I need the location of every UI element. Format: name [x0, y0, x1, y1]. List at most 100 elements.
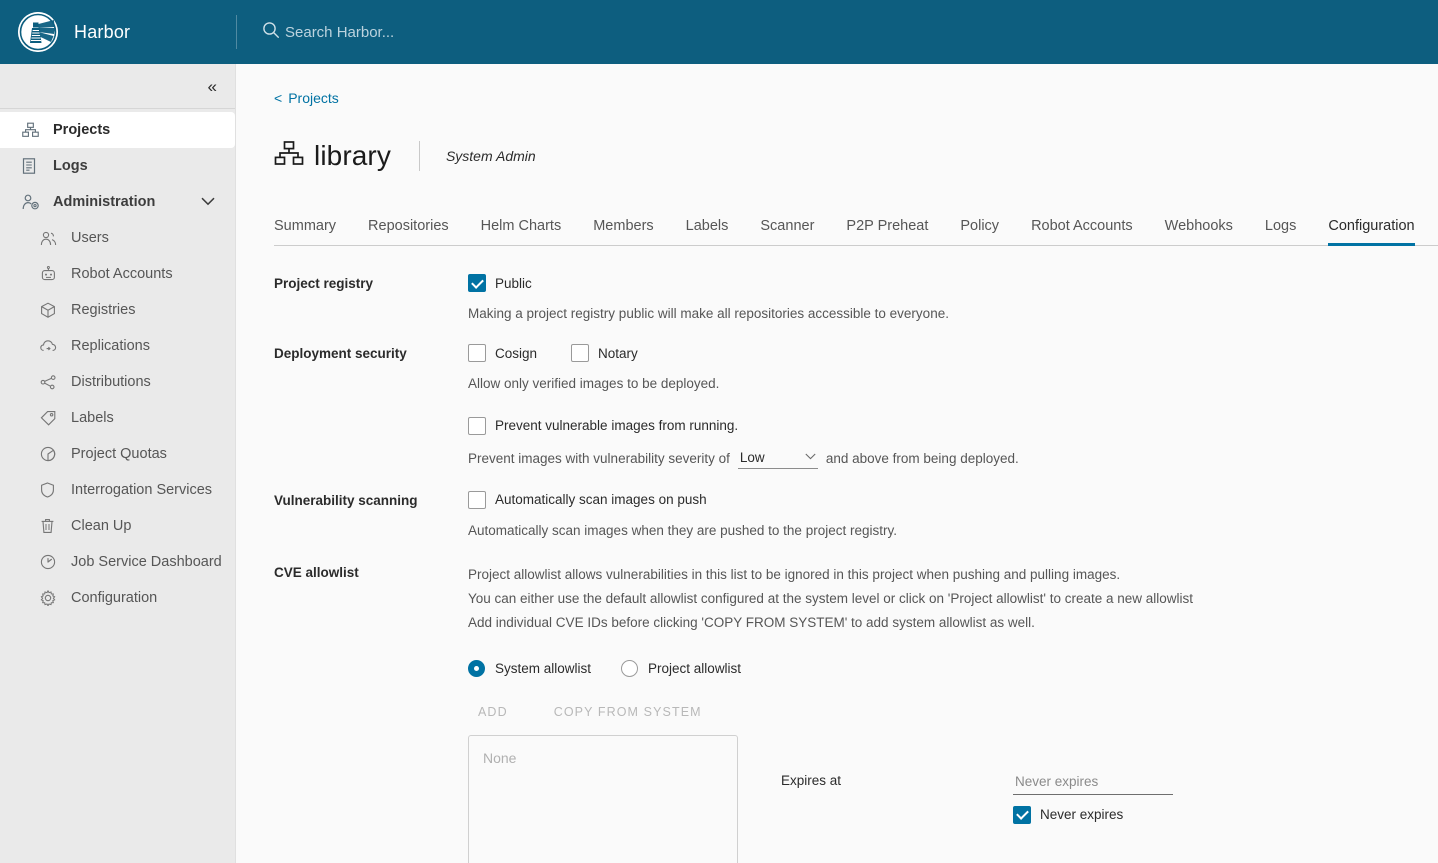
title-divider: [418, 141, 420, 171]
tab-helm-charts[interactable]: Helm Charts: [481, 218, 562, 246]
sidebar-item-users[interactable]: Users: [0, 220, 235, 256]
never-expires-checkbox[interactable]: [1013, 805, 1031, 824]
collapse-sidebar-icon[interactable]: «: [206, 76, 218, 97]
global-search[interactable]: [261, 20, 1438, 45]
prevent-vulnerable-row[interactable]: Prevent vulnerable images from running.: [468, 416, 1418, 435]
deployment-security-helper: Allow only verified images to be deploye…: [468, 376, 720, 392]
sidebar-item-administration[interactable]: Administration: [0, 184, 235, 220]
form-row-project-registry: Project registry Public Making a project…: [274, 274, 1418, 324]
project-allowlist-radio-item[interactable]: Project allowlist: [621, 659, 741, 677]
tab-labels[interactable]: Labels: [686, 218, 729, 246]
project-tabs: Summary Repositories Helm Charts Members…: [274, 210, 1438, 246]
field-vulnerability-scanning: Automatically scan images on push Automa…: [468, 490, 1418, 541]
cve-helper-line-3: Add individual CVE IDs before clicking '…: [468, 615, 1035, 631]
breadcrumb[interactable]: < Projects: [274, 90, 339, 106]
never-expires-label[interactable]: Never expires: [1040, 807, 1123, 822]
public-checkbox-row[interactable]: Public: [468, 274, 1418, 292]
label-project-registry: Project registry: [274, 276, 374, 291]
tab-repositories[interactable]: Repositories: [368, 218, 449, 246]
sidebar-item-label: Interrogation Services: [71, 482, 213, 498]
prevent-vulnerable-checkbox[interactable]: [468, 416, 486, 435]
auto-scan-checkbox[interactable]: [468, 490, 486, 509]
severity-prefix-text: Prevent images with vulnerability severi…: [468, 451, 730, 466]
tab-members[interactable]: Members: [593, 218, 653, 246]
notary-checkbox-label[interactable]: Notary: [598, 346, 638, 361]
severity-select[interactable]: Low: [737, 449, 818, 469]
breadcrumb-projects-link[interactable]: Projects: [288, 90, 339, 106]
sidebar-item-robot-accounts[interactable]: Robot Accounts: [0, 256, 235, 292]
sidebar: « Projects Logs Administration Users Rob…: [0, 64, 236, 863]
sidebar-item-project-quotas[interactable]: Project Quotas: [0, 436, 235, 472]
public-checkbox-label[interactable]: Public: [495, 276, 532, 291]
search-input[interactable]: [285, 23, 805, 41]
cve-list-textarea[interactable]: [468, 734, 738, 863]
project-role-label: System Admin: [445, 148, 536, 164]
project-icon: [274, 140, 304, 173]
auto-scan-label[interactable]: Automatically scan images on push: [495, 492, 707, 507]
expires-at-input[interactable]: [1013, 773, 1173, 795]
sidebar-item-label: Configuration: [71, 590, 158, 606]
configuration-form: Project registry Public Making a project…: [274, 274, 1438, 863]
sidebar-item-label: Distributions: [71, 374, 151, 390]
chevron-down-icon: [805, 452, 816, 463]
add-cve-button[interactable]: ADD: [468, 699, 518, 725]
harbor-lighthouse-logo: [18, 12, 58, 52]
sidebar-item-projects[interactable]: Projects: [0, 112, 235, 148]
sidebar-item-job-service-dashboard[interactable]: Job Service Dashboard: [0, 544, 235, 580]
auto-scan-row[interactable]: Automatically scan images on push: [468, 490, 1418, 509]
tab-configuration[interactable]: Configuration: [1328, 218, 1415, 246]
sidebar-item-label: Replications: [71, 338, 150, 354]
cosign-checkbox[interactable]: [468, 344, 486, 363]
body-wrapper: « Projects Logs Administration Users Rob…: [0, 64, 1438, 863]
copy-from-system-button[interactable]: COPY FROM SYSTEM: [544, 699, 712, 725]
sidebar-collapse-row: «: [0, 64, 235, 109]
expires-block: Expires at Never expires: [781, 735, 1173, 824]
quota-pie-icon: [40, 445, 62, 463]
sidebar-item-label: Projects: [53, 122, 111, 138]
tab-robot-accounts[interactable]: Robot Accounts: [1031, 218, 1133, 246]
public-checkbox[interactable]: [468, 274, 486, 292]
sidebar-item-logs[interactable]: Logs: [0, 148, 235, 184]
sidebar-item-clean-up[interactable]: Clean Up: [0, 508, 235, 544]
tab-summary[interactable]: Summary: [274, 218, 336, 246]
severity-suffix-text: and above from being deployed.: [825, 451, 1019, 466]
brand-area[interactable]: Harbor: [0, 0, 236, 64]
notary-checkbox[interactable]: [571, 344, 590, 363]
distribution-icon: [40, 373, 62, 391]
administration-icon: [22, 193, 44, 211]
brand-name: Harbor: [74, 21, 131, 42]
sidebar-item-label: Robot Accounts: [71, 266, 173, 282]
system-allowlist-label[interactable]: System allowlist: [495, 661, 591, 676]
chevron-down-icon[interactable]: [201, 194, 215, 210]
project-allowlist-label[interactable]: Project allowlist: [648, 661, 741, 676]
sidebar-item-replications[interactable]: Replications: [0, 328, 235, 364]
project-registry-helper: Making a project registry public will ma…: [468, 306, 949, 321]
tab-policy[interactable]: Policy: [960, 218, 999, 246]
tab-webhooks[interactable]: Webhooks: [1165, 218, 1233, 246]
project-allowlist-radio[interactable]: [621, 659, 639, 677]
sidebar-item-configuration[interactable]: Configuration: [0, 580, 235, 616]
cosign-checkbox-label[interactable]: Cosign: [495, 346, 537, 361]
prevent-vulnerable-label[interactable]: Prevent vulnerable images from running.: [495, 418, 738, 433]
sidebar-item-distributions[interactable]: Distributions: [0, 364, 235, 400]
sidebar-item-label: Logs: [53, 158, 88, 174]
tab-logs[interactable]: Logs: [1265, 218, 1296, 246]
system-allowlist-radio-item[interactable]: System allowlist: [468, 659, 591, 677]
cve-button-row: ADD COPY FROM SYSTEM: [468, 699, 1418, 725]
sidebar-item-labels[interactable]: Labels: [0, 400, 235, 436]
label-cve-allowlist: CVE allowlist: [274, 564, 359, 580]
logs-icon: [22, 157, 44, 175]
form-row-vulnerability-scanning: Vulnerability scanning Automatically sca…: [274, 490, 1418, 541]
sidebar-item-registries[interactable]: Registries: [0, 292, 235, 328]
field-cve-allowlist: Project allowlist allows vulnerabilities…: [468, 563, 1418, 863]
shield-icon: [40, 481, 62, 499]
sidebar-item-label: Job Service Dashboard: [71, 554, 222, 570]
never-expires-row[interactable]: Never expires: [1013, 805, 1173, 824]
cve-helper-line-2: You can either use the default allowlist…: [468, 591, 1194, 607]
sidebar-item-interrogation-services[interactable]: Interrogation Services: [0, 472, 235, 508]
vulnerability-scanning-helper: Automatically scan images when they are …: [468, 522, 897, 538]
tab-p2p-preheat[interactable]: P2P Preheat: [846, 218, 928, 246]
tab-scanner[interactable]: Scanner: [760, 218, 814, 246]
expires-at-label: Expires at: [781, 772, 842, 788]
system-allowlist-radio[interactable]: [468, 659, 485, 677]
